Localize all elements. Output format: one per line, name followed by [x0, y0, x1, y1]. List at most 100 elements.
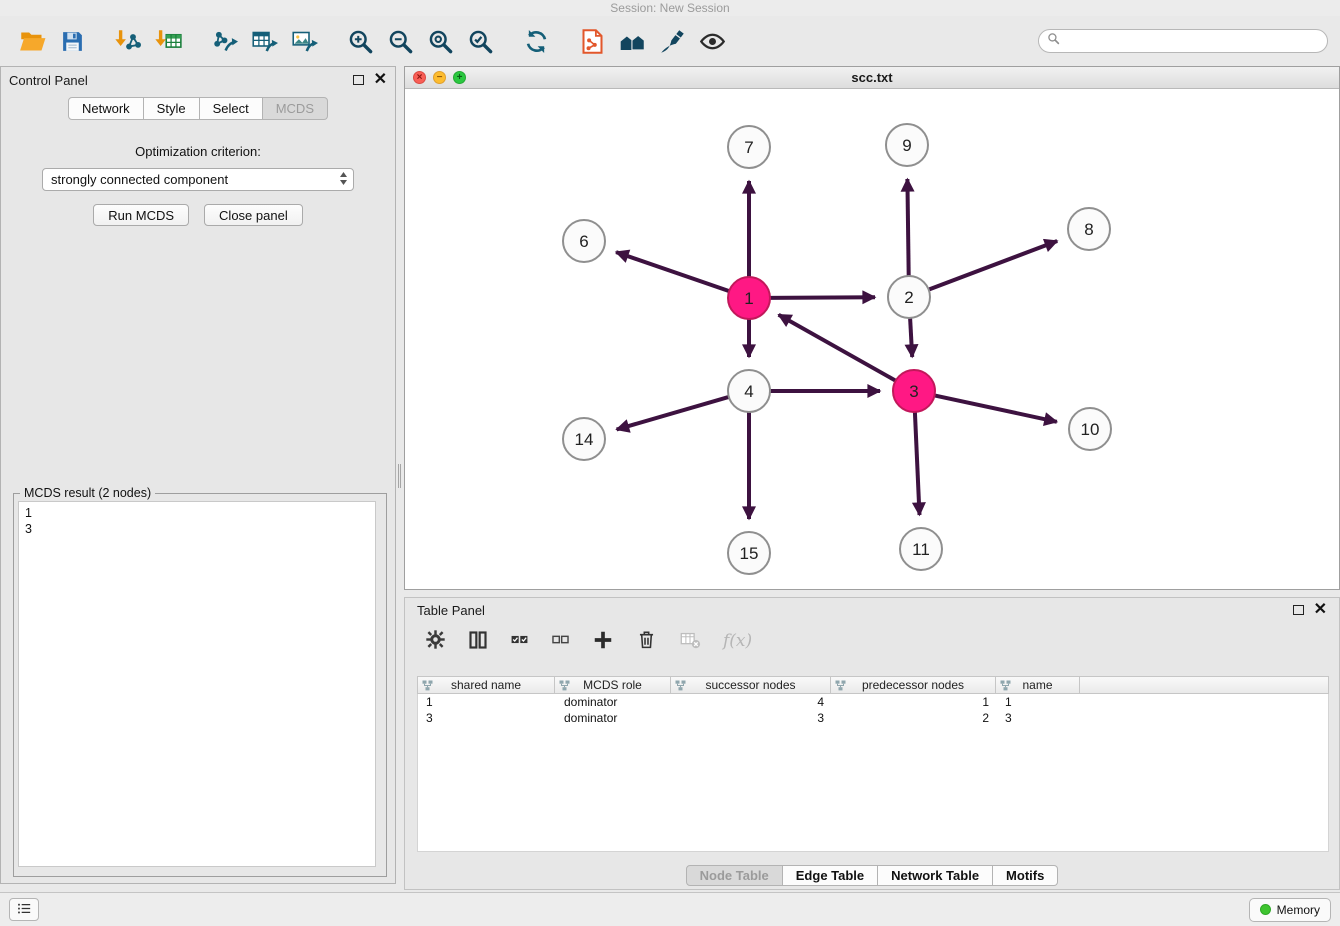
graph-node-6[interactable]: 6 — [563, 220, 605, 262]
graph-edge-4-14[interactable] — [617, 397, 729, 430]
zoom-in-icon — [347, 28, 374, 55]
zoom-out-button[interactable] — [380, 21, 420, 61]
graph-node-label: 1 — [744, 289, 753, 308]
close-table-panel-icon[interactable]: ✕ — [1314, 604, 1327, 616]
network-graph[interactable]: 7 9 6 8 1 2 4 3 14 10 15 11 — [405, 89, 1339, 589]
import-table-button[interactable] — [148, 21, 188, 61]
zoom-window-button[interactable]: + — [453, 71, 466, 84]
refresh-icon — [523, 28, 550, 55]
graph-edge-1-2[interactable] — [770, 297, 875, 298]
column-header-label: successor nodes — [705, 678, 795, 692]
table-row[interactable]: 1dominator411 — [418, 694, 1328, 710]
add-column-button[interactable] — [592, 627, 614, 655]
mcds-result-item[interactable]: 3 — [25, 521, 369, 537]
tab-edge-table[interactable]: Edge Table — [783, 865, 878, 886]
first-neighbors-button[interactable] — [612, 21, 652, 61]
zoom-in-button[interactable] — [340, 21, 380, 61]
tab-node-table[interactable]: Node Table — [686, 865, 783, 886]
close-window-button[interactable]: × — [413, 71, 426, 84]
graph-node-9[interactable]: 9 — [886, 124, 928, 166]
import-network-button[interactable] — [108, 21, 148, 61]
graph-node-7[interactable]: 7 — [728, 126, 770, 168]
graph-node-2[interactable]: 2 — [888, 276, 930, 318]
graph-edge-1-6[interactable] — [616, 252, 729, 291]
tab-motifs[interactable]: Motifs — [993, 865, 1058, 886]
network-document-icon — [579, 28, 606, 55]
graph-edge-3-11[interactable] — [915, 412, 920, 515]
graph-node-10[interactable]: 10 — [1069, 408, 1111, 450]
window-titlebar[interactable]: Session: New Session — [0, 0, 1340, 16]
graph-node-4[interactable]: 4 — [728, 370, 770, 412]
apply-layout-button[interactable] — [516, 21, 556, 61]
mcds-result-box: MCDS result (2 nodes) 13 — [13, 493, 387, 877]
graph-edge-2-3[interactable] — [910, 318, 912, 357]
export-network-button[interactable] — [204, 21, 244, 61]
delete-column-button[interactable] — [636, 627, 657, 655]
criterion-dropdown[interactable]: strongly connected component — [42, 168, 354, 191]
list-icon — [16, 900, 33, 920]
zoom-fit-button[interactable] — [420, 21, 460, 61]
panel-splitter[interactable] — [396, 66, 404, 890]
graph-node-14[interactable]: 14 — [563, 418, 605, 460]
apply-function-button[interactable]: f(x) — [723, 627, 752, 655]
graph-node-11[interactable]: 11 — [900, 528, 942, 570]
column-header-predecessor-nodes[interactable]: predecessor nodes — [831, 676, 996, 694]
toolbar-separator — [500, 26, 516, 56]
open-file-button[interactable] — [12, 21, 52, 61]
column-header-successor-nodes[interactable]: successor nodes — [671, 676, 831, 694]
mcds-result-item[interactable]: 1 — [25, 505, 369, 521]
graph-node-3[interactable]: 3 — [893, 370, 935, 412]
control-panel: Control Panel ✕ Network Style Select MCD… — [0, 66, 396, 884]
memory-button[interactable]: Memory — [1249, 898, 1331, 922]
select-all-button[interactable] — [510, 627, 529, 655]
toolbar-separator — [92, 26, 108, 56]
table-options-button[interactable] — [425, 627, 446, 655]
mcds-result-list[interactable]: 13 — [18, 501, 376, 867]
trash-icon — [636, 629, 657, 653]
table-panel-header: Table Panel ✕ — [405, 598, 1339, 622]
network-document-button[interactable] — [572, 21, 612, 61]
sort-icon — [835, 680, 846, 694]
save-button[interactable] — [52, 21, 92, 61]
apply-style-button[interactable] — [652, 21, 692, 61]
tab-network-table[interactable]: Network Table — [878, 865, 993, 886]
search-input[interactable] — [1065, 34, 1319, 48]
show-graphics-button[interactable] — [692, 21, 732, 61]
export-image-button[interactable] — [284, 21, 324, 61]
tab-mcds[interactable]: MCDS — [263, 97, 328, 120]
deselect-all-button[interactable] — [551, 627, 570, 655]
table-body[interactable]: 1dominator4113dominator323 — [417, 694, 1329, 852]
show-columns-button[interactable] — [468, 627, 488, 655]
zoom-selected-button[interactable] — [460, 21, 500, 61]
float-panel-icon[interactable] — [353, 75, 364, 85]
network-window-titlebar[interactable]: scc.txt × − + — [405, 67, 1339, 89]
table-header-row: shared nameMCDS role successor nodes prede… — [417, 676, 1329, 694]
graph-edge-2-9[interactable] — [907, 179, 908, 276]
export-table-button[interactable] — [244, 21, 284, 61]
memory-status-icon — [1260, 904, 1271, 915]
graph-edge-3-10[interactable] — [935, 395, 1057, 421]
graph-node-15[interactable]: 15 — [728, 532, 770, 574]
tab-network[interactable]: Network — [68, 97, 144, 120]
network-canvas[interactable]: 7 9 6 8 1 2 4 3 14 10 15 11 — [405, 89, 1339, 589]
column-header-shared-name[interactable]: shared name — [417, 676, 555, 694]
task-history-button[interactable] — [9, 898, 39, 921]
graph-edge-2-8[interactable] — [929, 241, 1058, 290]
tab-style[interactable]: Style — [144, 97, 200, 120]
run-mcds-button[interactable]: Run MCDS — [93, 204, 189, 226]
graph-edge-3-1[interactable] — [779, 315, 896, 381]
table-row[interactable]: 3dominator323 — [418, 710, 1328, 726]
tab-select[interactable]: Select — [200, 97, 263, 120]
graph-node-label: 4 — [744, 382, 753, 401]
zoom-selected-icon — [467, 28, 494, 55]
minimize-window-button[interactable]: − — [433, 71, 446, 84]
search-box[interactable] — [1038, 29, 1328, 53]
column-header-name[interactable]: name — [996, 676, 1080, 694]
column-header-MCDS-role[interactable]: MCDS role — [555, 676, 671, 694]
close-panel-button[interactable]: Close panel — [204, 204, 303, 226]
graph-node-8[interactable]: 8 — [1068, 208, 1110, 250]
float-table-panel-icon[interactable] — [1293, 605, 1304, 615]
close-panel-icon[interactable]: ✕ — [374, 74, 387, 86]
delete-table-button[interactable] — [679, 627, 701, 655]
graph-node-1[interactable]: 1 — [728, 277, 770, 319]
